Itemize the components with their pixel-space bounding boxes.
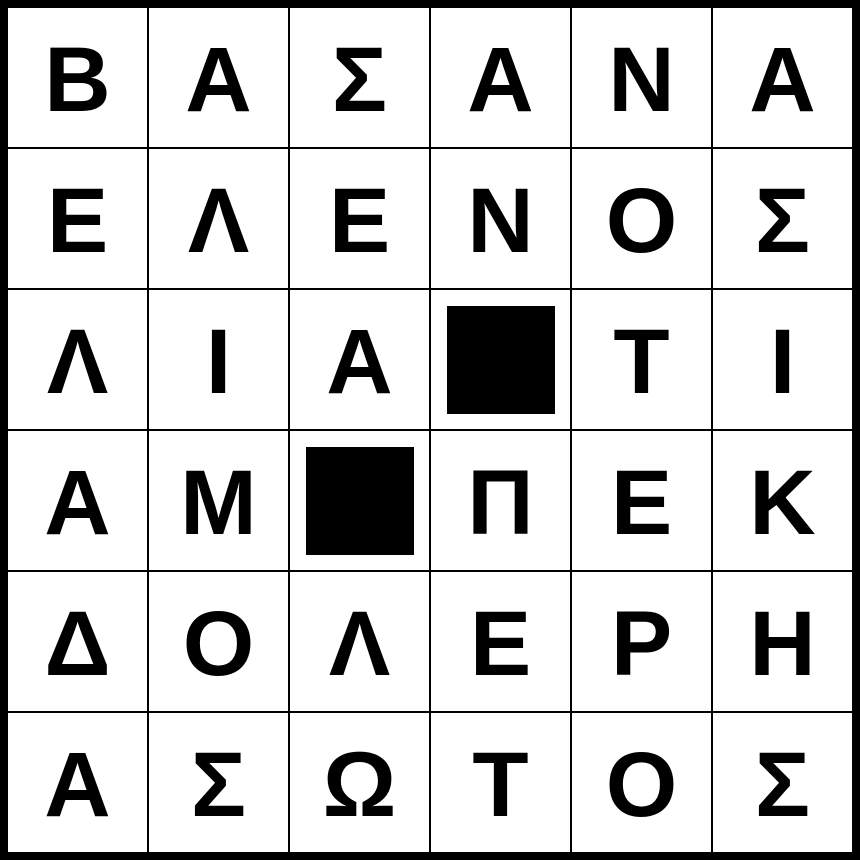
cell-letter: Κ — [749, 451, 816, 554]
grid-cell[interactable]: Π — [431, 431, 570, 570]
grid-cell[interactable]: Ρ — [572, 572, 711, 711]
grid-cell[interactable]: Ι — [149, 290, 288, 429]
grid-cell[interactable]: Α — [8, 713, 147, 852]
grid-cell[interactable]: Σ — [290, 8, 429, 147]
grid-cell[interactable]: Μ — [149, 431, 288, 570]
crossword-grid: Β Α Σ Α Ν Α Ε Λ Ε Ν Ο Σ Λ Ι Α Τ Ι Α Μ Π … — [0, 0, 860, 860]
grid-cell[interactable]: Η — [713, 572, 852, 711]
cell-letter: Ν — [467, 169, 534, 272]
cell-letter: Σ — [754, 169, 811, 272]
cell-letter: Λ — [46, 310, 109, 413]
grid-cell[interactable]: Ο — [572, 713, 711, 852]
grid-cell[interactable]: Α — [149, 8, 288, 147]
cell-letter: Σ — [331, 28, 388, 131]
black-square — [446, 305, 555, 414]
cell-letter: Ε — [610, 451, 673, 554]
cell-letter: Ρ — [610, 592, 673, 695]
cell-letter: Ο — [605, 733, 678, 836]
grid-cell[interactable]: Α — [713, 8, 852, 147]
blocked-cell — [290, 431, 429, 570]
cell-letter: Α — [749, 28, 816, 131]
cell-letter: Β — [44, 28, 111, 131]
cell-letter: Π — [467, 451, 534, 554]
grid-cell[interactable]: Ν — [572, 8, 711, 147]
cell-letter: Ι — [205, 310, 232, 413]
cell-letter: Μ — [180, 451, 257, 554]
cell-letter: Τ — [613, 310, 670, 413]
cell-letter: Ν — [608, 28, 675, 131]
cell-letter: Δ — [44, 592, 111, 695]
cell-letter: Σ — [190, 733, 247, 836]
grid-cell[interactable]: Ι — [713, 290, 852, 429]
grid-cell[interactable]: Κ — [713, 431, 852, 570]
cell-letter: Η — [749, 592, 816, 695]
grid-cell[interactable]: Ε — [290, 149, 429, 288]
grid-cell[interactable]: Δ — [8, 572, 147, 711]
grid-cell[interactable]: Τ — [431, 713, 570, 852]
grid-cell[interactable]: Β — [8, 8, 147, 147]
grid-cell[interactable]: Σ — [713, 713, 852, 852]
grid-cell[interactable]: Α — [8, 431, 147, 570]
cell-letter: Τ — [472, 733, 529, 836]
grid-cell[interactable]: Ε — [8, 149, 147, 288]
grid-cell[interactable]: Ν — [431, 149, 570, 288]
grid-cell[interactable]: Ε — [431, 572, 570, 711]
cell-letter: Α — [44, 451, 111, 554]
grid-cell[interactable]: Α — [290, 290, 429, 429]
cell-letter: Ε — [469, 592, 532, 695]
blocked-cell — [431, 290, 570, 429]
cell-letter: Λ — [328, 592, 391, 695]
grid-cell[interactable]: Σ — [713, 149, 852, 288]
cell-letter: Ω — [322, 733, 397, 836]
grid-cell[interactable]: Ε — [572, 431, 711, 570]
cell-letter: Ο — [605, 169, 678, 272]
grid-cell[interactable]: Ο — [572, 149, 711, 288]
cell-letter: Α — [44, 733, 111, 836]
cell-letter: Α — [185, 28, 252, 131]
grid-cell[interactable]: Λ — [8, 290, 147, 429]
grid-cell[interactable]: Τ — [572, 290, 711, 429]
black-square — [305, 446, 414, 555]
cell-letter: Λ — [187, 169, 250, 272]
cell-letter: Ο — [182, 592, 255, 695]
grid-cell[interactable]: Λ — [290, 572, 429, 711]
cell-letter: Ι — [769, 310, 796, 413]
grid-cell[interactable]: Ο — [149, 572, 288, 711]
cell-letter: Α — [326, 310, 393, 413]
cell-letter: Σ — [754, 733, 811, 836]
cell-letter: Ε — [328, 169, 391, 272]
cell-letter: Α — [467, 28, 534, 131]
grid-cell[interactable]: Α — [431, 8, 570, 147]
grid-cell[interactable]: Ω — [290, 713, 429, 852]
grid-cell[interactable]: Σ — [149, 713, 288, 852]
grid-cell[interactable]: Λ — [149, 149, 288, 288]
cell-letter: Ε — [46, 169, 109, 272]
